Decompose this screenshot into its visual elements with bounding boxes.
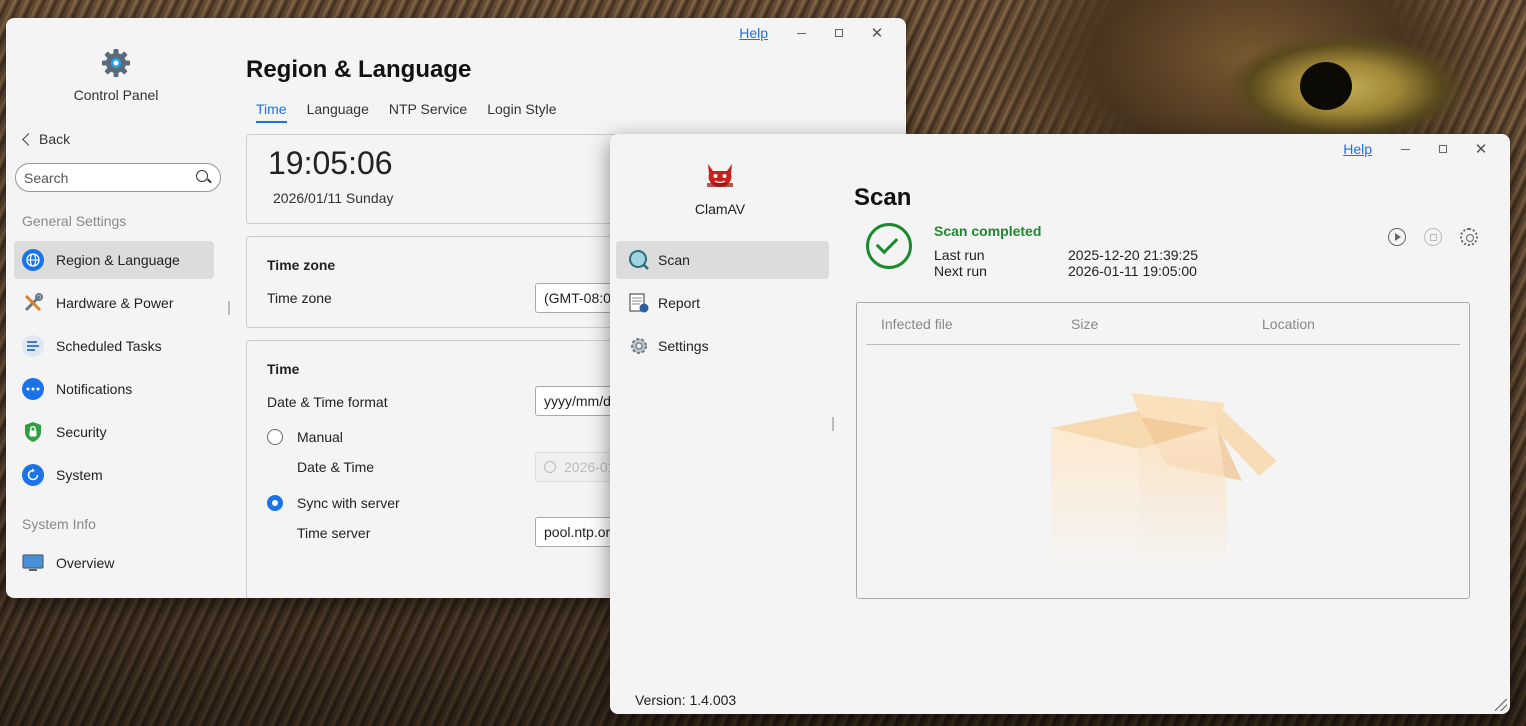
minimize-button[interactable] — [1386, 137, 1424, 161]
tab-login-style[interactable]: Login Style — [487, 101, 556, 123]
sidebar-item-label: Overview — [56, 555, 115, 571]
app-title: Control Panel — [73, 87, 159, 103]
sync-server-label: Sync with server — [297, 495, 400, 511]
gear-icon — [631, 338, 647, 354]
section-system-info: System Info — [22, 516, 96, 532]
clamav-logo-icon — [707, 164, 733, 187]
sidebar-item-scheduled-tasks[interactable]: Scheduled Tasks — [14, 327, 214, 365]
tools-icon — [22, 292, 44, 314]
version-label: Version: 1.4.003 — [635, 692, 737, 708]
play-icon[interactable] — [1388, 228, 1406, 246]
sidebar-item-label: Scan — [658, 252, 690, 268]
chat-bubble-icon — [22, 378, 44, 400]
check-circle-icon — [866, 223, 912, 269]
report-icon — [629, 293, 649, 313]
close-button[interactable]: ✕ — [1462, 137, 1500, 161]
sidebar-item-scan[interactable]: Scan — [616, 241, 829, 279]
back-button[interactable]: Back — [20, 131, 70, 147]
tab-bar: Time Language NTP Service Login Style — [256, 101, 557, 123]
next-run-value: 2026-01-11 19:05:00 — [1068, 263, 1197, 279]
maximize-button[interactable] — [1424, 137, 1462, 161]
page-title: Region & Language — [246, 56, 472, 83]
timezone-header: Time zone — [267, 257, 336, 273]
chevron-left-icon — [22, 132, 35, 146]
manual-radio[interactable] — [267, 429, 283, 445]
scan-settings-gear-icon[interactable] — [1460, 228, 1478, 246]
sidebar-item-label: System — [56, 467, 103, 483]
manual-label: Manual — [297, 429, 343, 445]
infected-files-table: Infected file Size Location — [856, 302, 1470, 599]
close-icon: ✕ — [1474, 140, 1488, 158]
last-run-value: 2025-12-20 21:39:25 — [1068, 247, 1198, 263]
datetime-format-label: Date & Time format — [267, 394, 388, 410]
next-run-label: Next run — [934, 263, 987, 279]
clamav-window: Help ✕ ClamAV Scan Report Settings Scan … — [610, 134, 1510, 714]
search-input[interactable] — [24, 169, 184, 186]
sidebar-resize-handle[interactable] — [228, 301, 230, 315]
magnifier-icon — [629, 250, 649, 270]
column-header-infected-file[interactable]: Infected file — [881, 316, 953, 332]
column-header-location[interactable]: Location — [1262, 316, 1315, 332]
tab-language[interactable]: Language — [307, 101, 369, 123]
sidebar: Control Panel Back General Settings Regi… — [6, 18, 231, 598]
empty-box-icon — [1051, 393, 1277, 569]
sidebar-item-label: Hardware & Power — [56, 295, 174, 311]
sidebar-item-report[interactable]: Report — [616, 284, 829, 322]
sidebar-item-label: Notifications — [56, 381, 133, 397]
header-divider — [866, 344, 1460, 345]
time-header: Time — [267, 361, 300, 377]
monitor-icon — [22, 552, 44, 574]
maximize-icon — [1439, 145, 1447, 153]
sidebar-item-label: Security — [56, 424, 107, 440]
minimize-icon — [1400, 148, 1410, 150]
sidebar-item-label: Scheduled Tasks — [56, 338, 162, 354]
resize-grip-icon[interactable] — [1495, 699, 1507, 711]
sidebar-item-region-language[interactable]: Region & Language — [14, 241, 214, 279]
gear-logo-icon — [102, 49, 130, 77]
scan-status: Scan completed — [934, 223, 1042, 239]
refresh-icon — [22, 464, 44, 486]
sidebar-item-system[interactable]: System — [14, 456, 214, 494]
column-header-size[interactable]: Size — [1071, 316, 1098, 332]
shield-lock-icon — [22, 421, 44, 443]
app-title: ClamAV — [694, 201, 746, 217]
window-controls: Help ✕ — [1343, 134, 1510, 164]
datetime-value: 2026-01 — [564, 459, 616, 475]
last-run-label: Last run — [934, 247, 985, 263]
wallpaper-eye — [1300, 62, 1352, 110]
section-general-settings: General Settings — [22, 213, 127, 229]
sidebar-item-security[interactable]: Security — [14, 413, 214, 451]
sidebar-resize-handle[interactable] — [832, 417, 834, 431]
datetime-label: Date & Time — [297, 459, 375, 475]
help-link[interactable]: Help — [1343, 141, 1372, 157]
current-time: 19:05:06 — [268, 145, 393, 181]
timezone-label: Time zone — [267, 290, 332, 306]
sidebar-item-overview[interactable]: Overview — [14, 544, 214, 582]
search-field[interactable] — [15, 163, 221, 192]
globe-icon — [22, 249, 44, 271]
stop-icon[interactable] — [1424, 228, 1442, 246]
sidebar-item-settings[interactable]: Settings — [616, 327, 829, 365]
time-server-label: Time server — [297, 525, 371, 541]
sidebar-item-hardware-power[interactable]: Hardware & Power — [14, 284, 214, 322]
sidebar-item-label: Report — [658, 295, 701, 311]
sync-server-radio[interactable] — [267, 495, 283, 511]
tab-time[interactable]: Time — [256, 101, 287, 123]
clock-icon — [544, 461, 556, 473]
tasks-icon — [22, 335, 44, 357]
tab-ntp-service[interactable]: NTP Service — [389, 101, 467, 123]
search-icon[interactable] — [196, 169, 212, 186]
sidebar-item-label: Region & Language — [56, 252, 180, 268]
sidebar-item-label: Settings — [658, 338, 709, 354]
page-title: Scan — [854, 184, 912, 211]
sidebar-item-notifications[interactable]: Notifications — [14, 370, 214, 408]
current-date: 2026/01/11 Sunday — [273, 190, 394, 206]
back-label: Back — [39, 131, 71, 147]
